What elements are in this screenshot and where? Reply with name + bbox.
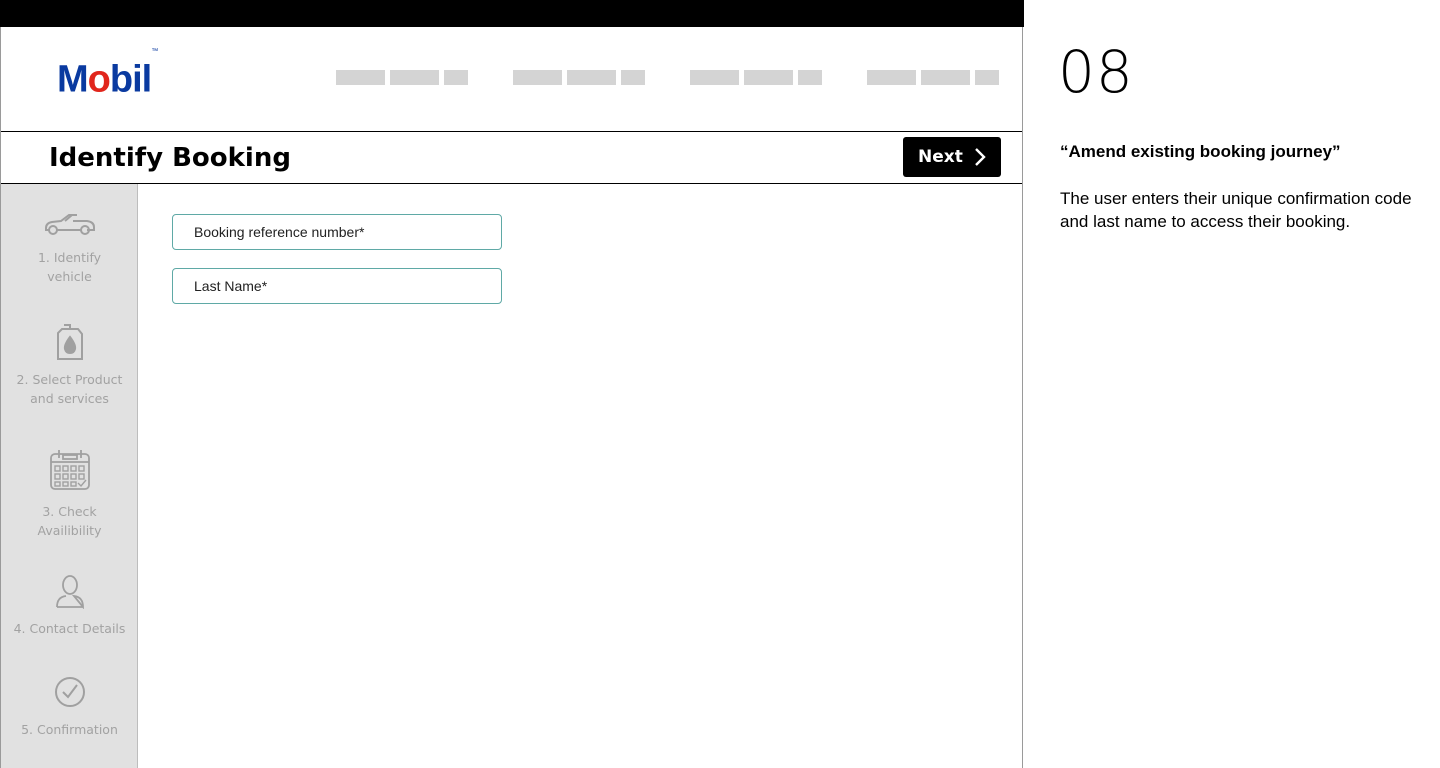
logo-text: Mobil (57, 58, 152, 101)
car-icon (1, 211, 138, 237)
step-label-line1: 5. Confirmation (21, 722, 118, 737)
step-label-line1: 3. Check (42, 504, 97, 519)
logo-trademark: ™ (151, 48, 159, 55)
mobil-logo[interactable]: Mobil ™ (57, 48, 158, 103)
nav-placeholder-bar (975, 70, 999, 85)
nav-placeholder-bar (690, 70, 739, 85)
step-sidebar: 1. Identify vehicle 2. Select Product an… (1, 184, 138, 768)
step-label-line2: vehicle (47, 269, 92, 284)
booking-reference-input[interactable] (172, 214, 502, 250)
annotation-heading: “Amend existing booking journey” (1060, 142, 1341, 161)
nav-placeholder-group-3[interactable] (690, 70, 822, 85)
user-icon (1, 575, 138, 609)
annotation-number: 08 (1058, 38, 1134, 106)
calendar-icon (1, 449, 138, 491)
step-label-line1: 1. Identify (37, 250, 102, 265)
last-name-input[interactable] (172, 268, 502, 304)
page-title: Identify Booking (49, 143, 291, 173)
nav-placeholder-group-1[interactable] (336, 70, 468, 85)
nav-placeholder-bar (390, 70, 439, 85)
nav-placeholder-bar (798, 70, 822, 85)
nav-placeholder-group-2[interactable] (513, 70, 645, 85)
step-label-line2: and services (30, 391, 109, 406)
oil-can-icon (1, 324, 138, 360)
app-frame: Mobil ™ Identify Booking Next 1. Identify… (0, 27, 1023, 768)
nav-placeholder-bar (921, 70, 970, 85)
nav-placeholder-bar (567, 70, 616, 85)
title-bar: Identify Booking Next (1, 132, 1022, 184)
nav-placeholder-bar (867, 70, 916, 85)
nav-placeholder-bar (621, 70, 645, 85)
chevron-right-icon (975, 148, 986, 166)
nav-placeholder-group-4[interactable] (867, 70, 999, 85)
next-button[interactable]: Next (903, 137, 1001, 177)
next-button-label: Next (918, 147, 963, 167)
step-label-line1: 2. Select Product (16, 372, 123, 387)
check-circle-icon (1, 676, 138, 708)
site-header: Mobil ™ (1, 27, 1022, 132)
top-black-bar (0, 0, 1024, 27)
step-label-line2: Availibility (37, 523, 102, 538)
nav-placeholder-bar (336, 70, 385, 85)
nav-placeholder-bar (513, 70, 562, 85)
step-label-line1: 4. Contact Details (13, 621, 126, 636)
annotation-body: The user enters their unique confirmatio… (1060, 189, 1412, 231)
nav-placeholder-bar (444, 70, 468, 85)
nav-placeholder-bar (744, 70, 793, 85)
